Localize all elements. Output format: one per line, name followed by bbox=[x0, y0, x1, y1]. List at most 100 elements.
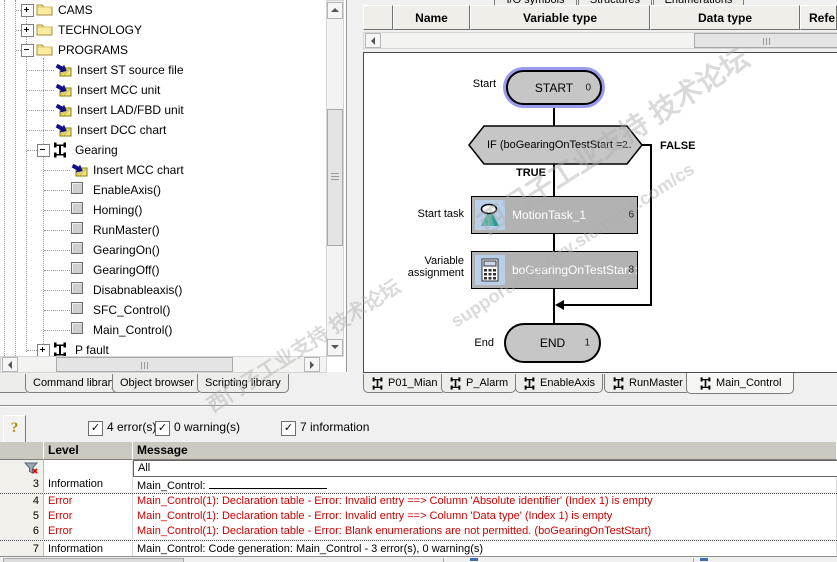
information-checkbox[interactable] bbox=[281, 421, 296, 436]
tab-object-browser[interactable]: Object browser bbox=[112, 374, 202, 393]
folder-icon bbox=[36, 4, 53, 16]
tree-connector bbox=[27, 130, 54, 131]
row-message: Main_Control(1): Declaration table - Err… bbox=[133, 509, 837, 524]
column-label: Variable type bbox=[522, 10, 598, 25]
filter-row-message[interactable]: All bbox=[133, 460, 837, 477]
mcc-chart-icon bbox=[613, 376, 624, 390]
variable-assignment-block[interactable]: boGearingOnTestStart :.. 8 bbox=[471, 251, 645, 289]
tab-scripting-library[interactable]: Scripting library bbox=[197, 374, 289, 393]
folder-icon bbox=[36, 44, 53, 56]
row-number: 7 bbox=[0, 542, 44, 556]
end-block[interactable]: END 1 bbox=[504, 323, 601, 363]
tab-enableaxis[interactable]: EnableAxis bbox=[515, 374, 604, 393]
errors-checkbox[interactable] bbox=[88, 421, 103, 436]
tree-horizontal-scrollbar[interactable] bbox=[0, 356, 327, 373]
scroll-thumb[interactable] bbox=[694, 33, 837, 48]
row-message: Main_Control: bbox=[133, 477, 837, 492]
tree-item-insert-ladfbd[interactable]: Insert LAD/FBD unit bbox=[0, 100, 322, 120]
start-side-label: Start bbox=[472, 78, 496, 90]
scroll-thumb[interactable] bbox=[327, 109, 343, 246]
tree-item-insert-st-source[interactable]: Insert ST source file bbox=[0, 60, 322, 80]
bottom-tab[interactable] bbox=[3, 558, 184, 562]
filter-row-corner[interactable] bbox=[0, 460, 44, 477]
tree-connector bbox=[44, 230, 70, 231]
tree-connector bbox=[44, 190, 70, 191]
tab-label: Main_Control bbox=[716, 376, 782, 389]
scroll-right-button[interactable] bbox=[304, 357, 320, 372]
tree-item-insert-mcc-chart[interactable]: Insert MCC chart bbox=[0, 160, 322, 180]
tree-item-enableaxis[interactable]: EnableAxis() bbox=[0, 180, 322, 200]
program-icon bbox=[71, 182, 83, 194]
calculator-icon bbox=[475, 255, 505, 285]
column-header-data-type[interactable]: Data type bbox=[650, 5, 800, 30]
expand-plus-icon[interactable] bbox=[21, 24, 34, 37]
tree-item-runmaster[interactable]: RunMaster() bbox=[0, 220, 322, 240]
expand-minus-icon[interactable] bbox=[37, 144, 50, 157]
decision-block[interactable]: IF (boGearingOnTestStart =... bbox=[487, 139, 632, 151]
help-button[interactable]: ? bbox=[3, 415, 26, 443]
tree-item-main-control[interactable]: Main_Control() bbox=[0, 320, 322, 340]
block-number: 8 bbox=[628, 264, 634, 276]
scroll-left-button[interactable] bbox=[2, 357, 18, 372]
errors-checkbox-label: 4 error(s) bbox=[107, 420, 157, 434]
tree-connector bbox=[44, 290, 70, 291]
tree-connector bbox=[44, 310, 70, 311]
tree-item-cams[interactable]: CAMS bbox=[0, 0, 322, 20]
message-table-message-header[interactable]: Message bbox=[133, 442, 837, 460]
tree-item-technology[interactable]: TECHNOLOGY bbox=[0, 20, 322, 40]
help-icon: ? bbox=[10, 420, 19, 436]
row-separator bbox=[0, 540, 837, 541]
message-table-level-header[interactable]: Level bbox=[44, 442, 133, 460]
column-label: Data type bbox=[697, 10, 753, 25]
row-level: Error bbox=[44, 524, 133, 539]
tab-label: P_Alarm bbox=[466, 376, 509, 389]
start-task-block[interactable]: MotionTask_1 6 bbox=[471, 196, 638, 234]
tab-runmaster[interactable]: RunMaster bbox=[604, 374, 691, 393]
tree-item-insert-mcc-unit[interactable]: Insert MCC unit bbox=[0, 80, 322, 100]
column-header-corner bbox=[363, 5, 393, 30]
scroll-thumb[interactable] bbox=[56, 357, 233, 372]
tree-item-label: GearingOn() bbox=[93, 243, 160, 257]
tree-connector bbox=[44, 210, 70, 211]
scroll-down-button[interactable] bbox=[327, 339, 343, 356]
tree-connector bbox=[27, 350, 37, 351]
tree-item-sfc-control[interactable]: SFC_Control() bbox=[0, 300, 322, 320]
expand-minus-icon[interactable] bbox=[21, 44, 34, 57]
insert-icon bbox=[55, 63, 72, 77]
declaration-horizontal-scrollbar[interactable] bbox=[363, 32, 837, 49]
bottom-tab-divider bbox=[443, 558, 444, 562]
insert-icon bbox=[55, 83, 72, 97]
bottom-tab-divider bbox=[693, 558, 694, 562]
tab-command-library[interactable]: Command library bbox=[25, 374, 125, 393]
tree-item-homing[interactable]: Homing() bbox=[0, 200, 322, 220]
tree-item-gearingon[interactable]: GearingOn() bbox=[0, 240, 322, 260]
tree-item-insert-dcc[interactable]: Insert DCC chart bbox=[0, 120, 322, 140]
tab-p01-mian[interactable]: P01_Mian bbox=[363, 374, 446, 393]
tree-item-label: TECHNOLOGY bbox=[58, 23, 143, 37]
column-header-reference[interactable]: Refe bbox=[800, 5, 837, 30]
tab-p-alarm[interactable]: P_Alarm bbox=[441, 374, 517, 393]
filter-row-level[interactable] bbox=[44, 460, 133, 477]
tab-label: Scripting library bbox=[205, 376, 281, 389]
scroll-left-button[interactable] bbox=[365, 33, 381, 48]
mcc-chart-canvas[interactable]: Start START 0 IF (boGearingOnTestStart =… bbox=[363, 52, 837, 373]
column-label: Refe bbox=[809, 10, 836, 25]
tree-item-gearing[interactable]: Gearing bbox=[0, 140, 322, 160]
start-block[interactable]: START 0 bbox=[506, 70, 602, 105]
tab-main-control[interactable]: Main_Control bbox=[686, 373, 795, 394]
bottom-tab-icon bbox=[700, 558, 708, 561]
row-message: Main_Control: Code generation: Main_Cont… bbox=[133, 542, 837, 556]
expand-plus-icon[interactable] bbox=[21, 4, 34, 17]
simotion-scout-window: CAMS TECHNOLOGY PROGRAMS Insert ST sourc… bbox=[0, 0, 837, 562]
column-header-variable-type[interactable]: Variable type bbox=[470, 5, 650, 30]
column-header-name[interactable]: Name bbox=[393, 5, 470, 30]
tree-vertical-scrollbar[interactable] bbox=[326, 0, 344, 357]
scroll-up-button[interactable] bbox=[327, 2, 343, 19]
program-icon bbox=[71, 322, 83, 334]
tree-item-disabnableaxis[interactable]: Disabnableaxis() bbox=[0, 280, 322, 300]
tree-item-programs[interactable]: PROGRAMS bbox=[0, 40, 322, 60]
tree-item-gearingoff[interactable]: GearingOff() bbox=[0, 260, 322, 280]
tree-item-label: Insert MCC chart bbox=[93, 163, 184, 177]
true-branch-label: TRUE bbox=[516, 167, 546, 179]
warnings-checkbox[interactable] bbox=[155, 421, 170, 436]
